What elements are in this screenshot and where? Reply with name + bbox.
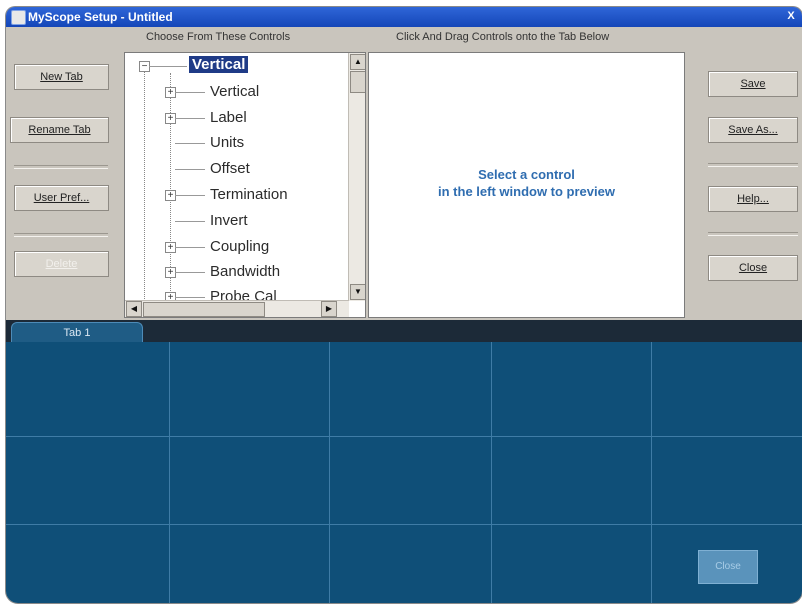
tree-connector xyxy=(175,297,205,298)
right-separator-1 xyxy=(708,163,798,167)
controls-tree[interactable]: − Vertical + Vertical + Label Units Offs… xyxy=(124,52,366,318)
tree-connector xyxy=(175,143,205,144)
tree-item-label: Label xyxy=(210,109,247,126)
scroll-down-icon[interactable]: ▼ xyxy=(350,284,365,300)
window-close-button[interactable]: X xyxy=(783,9,799,24)
tree-connector xyxy=(175,92,205,93)
tree-item[interactable]: Invert xyxy=(125,211,345,231)
tree-root-label: Vertical xyxy=(189,56,249,73)
preview-caption: Click And Drag Controls onto the Tab Bel… xyxy=(396,31,610,43)
grid-line xyxy=(329,342,330,603)
tree-item[interactable]: + Vertical xyxy=(125,82,345,102)
tree-item-label: Coupling xyxy=(210,238,270,255)
tree-item[interactable]: Offset xyxy=(125,159,345,179)
app-icon xyxy=(11,10,26,25)
save-as-button[interactable]: Save As... xyxy=(708,117,798,143)
tab-bar: Tab 1 xyxy=(6,320,802,343)
tree-connector xyxy=(175,195,205,196)
scroll-up-icon[interactable]: ▲ xyxy=(350,54,365,70)
tree-connector xyxy=(175,247,205,248)
tree-root-item[interactable]: − Vertical xyxy=(125,56,345,76)
tree-item[interactable]: + Label xyxy=(125,108,345,128)
tree-item-label: Invert xyxy=(210,212,248,229)
scroll-right-icon[interactable]: ▶ xyxy=(321,301,337,317)
tree-item-label: Termination xyxy=(210,186,288,203)
grid-line xyxy=(6,524,802,525)
vertical-scroll-thumb[interactable] xyxy=(350,71,365,93)
tree-connector xyxy=(175,118,205,119)
tree-item[interactable]: + Termination xyxy=(125,185,345,205)
tree-item[interactable]: Units xyxy=(125,133,345,153)
left-separator-1 xyxy=(14,165,108,169)
tree-item[interactable]: + Bandwidth xyxy=(125,262,345,282)
help-button[interactable]: Help... xyxy=(708,186,798,212)
scroll-left-icon[interactable]: ◀ xyxy=(126,301,142,317)
tree-vertical-scrollbar[interactable]: ▲ ▼ xyxy=(348,53,365,301)
save-button[interactable]: Save xyxy=(708,71,798,97)
delete-button[interactable]: Delete xyxy=(14,251,109,277)
tree-connector xyxy=(175,221,205,222)
tree-connector xyxy=(175,272,205,273)
close-button[interactable]: Close xyxy=(708,255,798,281)
window-title: MyScope Setup - Untitled xyxy=(28,10,173,24)
tree-item-label: Bandwidth xyxy=(210,263,281,280)
grid-line xyxy=(169,342,170,603)
tree-connector xyxy=(175,169,205,170)
tree-connector xyxy=(149,66,187,67)
preview-pane[interactable]: Select a control in the left window to p… xyxy=(368,52,685,318)
placed-control-button[interactable]: Close xyxy=(698,550,758,584)
horizontal-scroll-thumb[interactable] xyxy=(143,302,265,317)
new-tab-button[interactable]: New Tab xyxy=(14,64,109,90)
myscope-setup-window: MyScope Setup - Untitled X Choose From T… xyxy=(6,7,802,603)
grid-line xyxy=(491,342,492,603)
grid-line xyxy=(651,342,652,603)
tab-1[interactable]: Tab 1 xyxy=(11,322,143,343)
rename-tab-button[interactable]: Rename Tab xyxy=(10,117,109,143)
title-bar[interactable]: MyScope Setup - Untitled X xyxy=(6,7,802,27)
grid-line xyxy=(6,436,802,437)
preview-message-line-2: in the left window to preview xyxy=(438,184,615,199)
right-separator-2 xyxy=(708,232,798,236)
tree-item-label: Offset xyxy=(210,160,250,177)
tree-item-label: Units xyxy=(210,134,245,151)
tree-horizontal-scrollbar[interactable]: ◀ ▶ xyxy=(125,300,349,317)
tree-item[interactable]: + Coupling xyxy=(125,237,345,257)
user-pref-button[interactable]: User Pref... xyxy=(14,185,109,211)
controls-caption: Choose From These Controls xyxy=(146,31,291,43)
tree-item-label: Vertical xyxy=(210,83,260,100)
tab-content-grid[interactable]: Close xyxy=(6,342,802,603)
left-separator-2 xyxy=(14,233,108,237)
preview-message-line-1: Select a control xyxy=(478,167,575,182)
preview-message: Select a control in the left window to p… xyxy=(369,166,684,200)
